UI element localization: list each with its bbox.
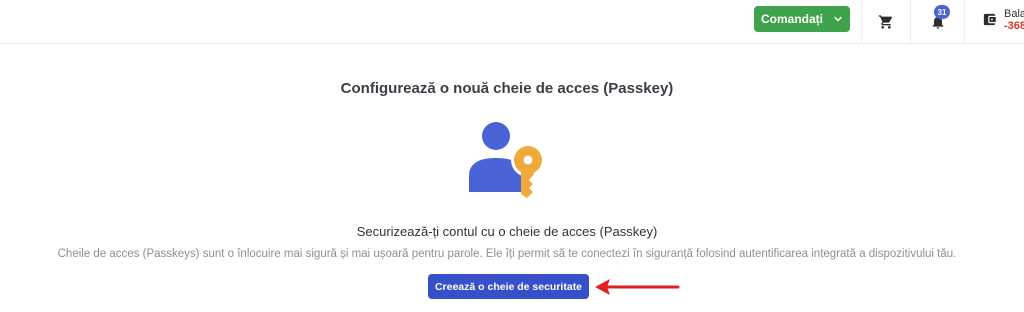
section-subtitle: Securizează-ți contul cu o cheie de acce… (356, 224, 658, 239)
orders-dropdown-button[interactable]: Comandați (754, 6, 850, 32)
notifications-badge: 31 (934, 5, 950, 19)
balance-value: -368 (1004, 20, 1024, 32)
orders-label: Comandați (760, 12, 823, 26)
wallet-icon (983, 13, 996, 26)
chevron-down-icon (834, 16, 842, 22)
section-description: Cheile de acces (Passkeys) sunt o înlocu… (57, 248, 957, 260)
divider (964, 0, 965, 44)
balance-label: Bala (1004, 8, 1024, 20)
cart-icon (878, 15, 893, 29)
arrow-left-icon (595, 279, 680, 295)
top-bar: Comandați 31 Bala -368 (0, 0, 1024, 44)
page-title: Configurează o nouă cheie de acces (Pass… (340, 80, 674, 97)
cart-button[interactable] (862, 0, 910, 44)
balance-widget[interactable]: Bala -368 (982, 8, 1024, 36)
user-key-icon (469, 122, 545, 198)
create-security-key-button[interactable]: Creează o cheie de securitate (428, 274, 589, 299)
